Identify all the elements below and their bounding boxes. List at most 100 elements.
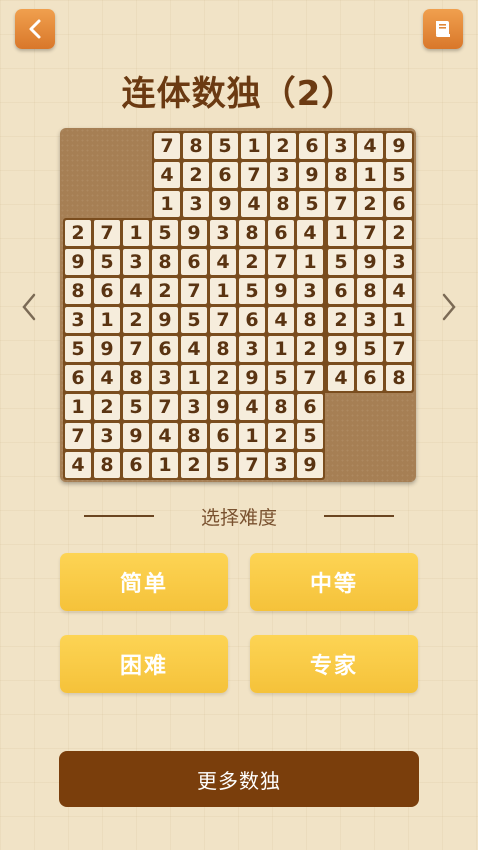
sudoku-cell[interactable]: 7 — [328, 191, 354, 217]
sudoku-cell[interactable]: 9 — [386, 133, 412, 159]
sudoku-cell[interactable]: 3 — [328, 133, 354, 159]
sudoku-cell[interactable]: 9 — [299, 162, 325, 188]
sudoku-cell[interactable]: 8 — [181, 423, 207, 449]
sudoku-cell[interactable]: 7 — [268, 249, 294, 275]
sudoku-cell[interactable]: 7 — [241, 162, 267, 188]
sudoku-cell[interactable]: 7 — [123, 336, 149, 362]
sudoku-cell[interactable]: 2 — [210, 365, 236, 391]
sudoku-cell[interactable]: 9 — [181, 220, 207, 246]
sudoku-cell[interactable]: 9 — [328, 336, 354, 362]
sudoku-cell[interactable]: 5 — [239, 278, 265, 304]
sudoku-cell[interactable]: 6 — [297, 394, 323, 420]
sudoku-cell[interactable]: 5 — [297, 423, 323, 449]
sudoku-cell[interactable]: 9 — [94, 336, 120, 362]
book-button[interactable] — [423, 9, 463, 49]
back-button[interactable] — [15, 9, 55, 49]
sudoku-cell[interactable]: 3 — [239, 336, 265, 362]
sudoku-cell[interactable]: 1 — [154, 191, 180, 217]
sudoku-cell[interactable]: 2 — [239, 249, 265, 275]
sudoku-cell[interactable]: 2 — [270, 133, 296, 159]
sudoku-cell[interactable]: 8 — [270, 191, 296, 217]
sudoku-cell[interactable]: 8 — [357, 278, 383, 304]
sudoku-cell[interactable]: 9 — [239, 365, 265, 391]
sudoku-cell[interactable]: 6 — [152, 336, 178, 362]
sudoku-cell[interactable]: 3 — [181, 394, 207, 420]
sudoku-cell[interactable]: 1 — [94, 307, 120, 333]
sudoku-cell[interactable]: 6 — [94, 278, 120, 304]
sudoku-cell[interactable]: 2 — [123, 307, 149, 333]
sudoku-cell[interactable]: 8 — [152, 249, 178, 275]
sudoku-cell[interactable]: 1 — [210, 278, 236, 304]
sudoku-cell[interactable]: 3 — [152, 365, 178, 391]
sudoku-cell[interactable]: 9 — [210, 394, 236, 420]
sudoku-cell[interactable]: 4 — [268, 307, 294, 333]
sudoku-cell[interactable]: 9 — [268, 278, 294, 304]
sudoku-cell[interactable]: 1 — [152, 452, 178, 478]
sudoku-cell[interactable]: 7 — [386, 336, 412, 362]
sudoku-cell[interactable]: 3 — [357, 307, 383, 333]
sudoku-cell[interactable]: 5 — [123, 394, 149, 420]
sudoku-cell[interactable]: 1 — [241, 133, 267, 159]
sudoku-cell[interactable]: 1 — [123, 220, 149, 246]
sudoku-cell[interactable]: 8 — [210, 336, 236, 362]
sudoku-cell[interactable]: 4 — [210, 249, 236, 275]
sudoku-cell[interactable]: 5 — [268, 365, 294, 391]
sudoku-cell[interactable]: 2 — [94, 394, 120, 420]
sudoku-cell[interactable]: 2 — [386, 220, 412, 246]
sudoku-cell[interactable]: 4 — [297, 220, 323, 246]
sudoku-cell[interactable]: 7 — [210, 307, 236, 333]
sudoku-cell[interactable]: 8 — [94, 452, 120, 478]
sudoku-cell[interactable]: 4 — [154, 162, 180, 188]
sudoku-cell[interactable]: 5 — [65, 336, 91, 362]
sudoku-cell[interactable]: 4 — [94, 365, 120, 391]
sudoku-cell[interactable]: 7 — [181, 278, 207, 304]
sudoku-cell[interactable]: 6 — [268, 220, 294, 246]
sudoku-cell[interactable]: 5 — [181, 307, 207, 333]
sudoku-cell[interactable]: 6 — [239, 307, 265, 333]
sudoku-cell[interactable]: 2 — [65, 220, 91, 246]
sudoku-cell[interactable]: 7 — [154, 133, 180, 159]
sudoku-cell[interactable]: 3 — [297, 278, 323, 304]
sudoku-cell[interactable]: 4 — [386, 278, 412, 304]
sudoku-cell[interactable]: 6 — [299, 133, 325, 159]
sudoku-cell[interactable]: 8 — [297, 307, 323, 333]
sudoku-cell[interactable]: 1 — [268, 336, 294, 362]
sudoku-cell[interactable]: 8 — [65, 278, 91, 304]
sudoku-cell[interactable]: 5 — [94, 249, 120, 275]
sudoku-cell[interactable]: 6 — [386, 191, 412, 217]
sudoku-cell[interactable]: 9 — [357, 249, 383, 275]
sudoku-cell[interactable]: 7 — [152, 394, 178, 420]
sudoku-cell[interactable]: 1 — [357, 162, 383, 188]
sudoku-cell[interactable]: 1 — [181, 365, 207, 391]
next-puzzle-button[interactable] — [434, 288, 464, 326]
sudoku-cell[interactable]: 9 — [123, 423, 149, 449]
sudoku-cell[interactable]: 5 — [299, 191, 325, 217]
sudoku-cell[interactable]: 3 — [65, 307, 91, 333]
sudoku-cell[interactable]: 3 — [270, 162, 296, 188]
sudoku-cell[interactable]: 6 — [357, 365, 383, 391]
sudoku-cell[interactable]: 5 — [210, 452, 236, 478]
sudoku-cell[interactable]: 9 — [297, 452, 323, 478]
medium-button[interactable]: 中等 — [250, 553, 418, 611]
sudoku-cell[interactable]: 2 — [152, 278, 178, 304]
sudoku-cell[interactable]: 8 — [123, 365, 149, 391]
sudoku-cell[interactable]: 7 — [297, 365, 323, 391]
sudoku-cell[interactable]: 7 — [65, 423, 91, 449]
sudoku-cell[interactable]: 1 — [65, 394, 91, 420]
sudoku-cell[interactable]: 4 — [239, 394, 265, 420]
sudoku-cell[interactable]: 2 — [297, 336, 323, 362]
sudoku-cell[interactable]: 3 — [94, 423, 120, 449]
sudoku-cell[interactable]: 4 — [152, 423, 178, 449]
sudoku-cell[interactable]: 5 — [386, 162, 412, 188]
sudoku-cell[interactable]: 9 — [65, 249, 91, 275]
sudoku-cell[interactable]: 4 — [65, 452, 91, 478]
sudoku-cell[interactable]: 9 — [152, 307, 178, 333]
sudoku-cell[interactable]: 2 — [183, 162, 209, 188]
sudoku-cell[interactable]: 6 — [123, 452, 149, 478]
sudoku-cell[interactable]: 3 — [210, 220, 236, 246]
sudoku-cell[interactable]: 3 — [268, 452, 294, 478]
easy-button[interactable]: 简单 — [60, 553, 228, 611]
sudoku-cell[interactable]: 4 — [123, 278, 149, 304]
sudoku-cell[interactable]: 2 — [268, 423, 294, 449]
sudoku-cell[interactable]: 4 — [241, 191, 267, 217]
